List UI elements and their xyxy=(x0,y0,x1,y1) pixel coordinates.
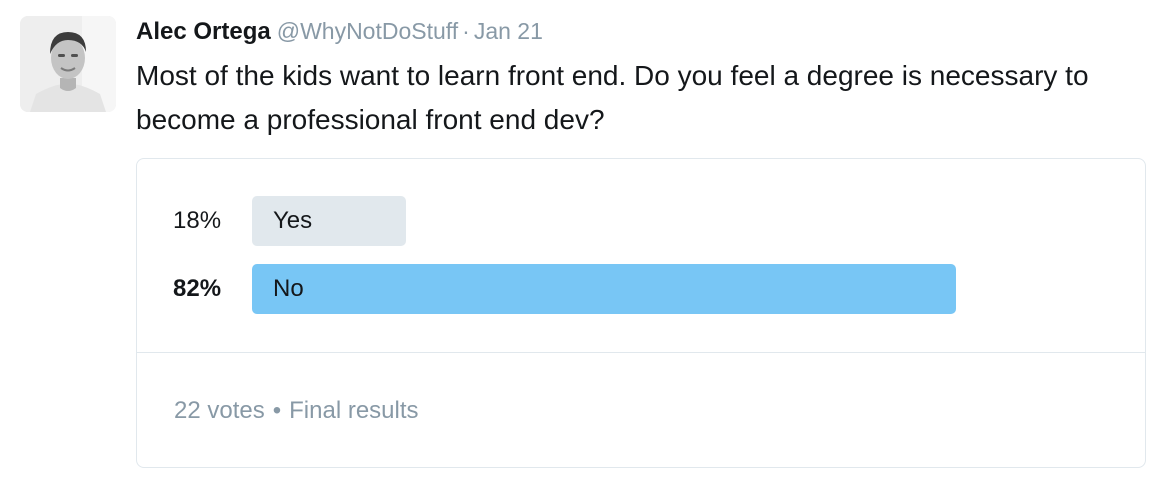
poll-option: 82% No xyxy=(137,264,1145,314)
author-handle[interactable]: @WhyNotDoStuff xyxy=(277,18,458,44)
tweet-date[interactable]: Jan 21 xyxy=(474,18,543,44)
avatar-portrait xyxy=(20,16,116,112)
poll-option-bar xyxy=(252,264,956,314)
poll-divider xyxy=(137,352,1145,353)
poll-option-percent: 18% xyxy=(173,207,222,234)
poll-option-percent: 82% xyxy=(173,275,222,302)
footer-separator: • xyxy=(272,397,282,424)
poll-status: Final results xyxy=(289,397,419,424)
header-separator: · xyxy=(462,18,470,44)
poll-option-label: Yes xyxy=(273,207,313,234)
poll-footer: 22 votes • Final results xyxy=(174,391,419,431)
avatar[interactable] xyxy=(20,16,116,112)
poll-option: 18% Yes xyxy=(137,196,1145,246)
tweet-header: Alec Ortega @WhyNotDoStuff · Jan 21 xyxy=(136,14,543,48)
vote-count: 22 votes xyxy=(174,397,265,424)
tweet-text: Most of the kids want to learn front end… xyxy=(136,60,1089,135)
poll-card: 18% Yes 82% No 22 votes • Final results xyxy=(136,158,1146,468)
author-name[interactable]: Alec Ortega xyxy=(136,18,271,45)
poll-option-label: No xyxy=(273,275,304,302)
